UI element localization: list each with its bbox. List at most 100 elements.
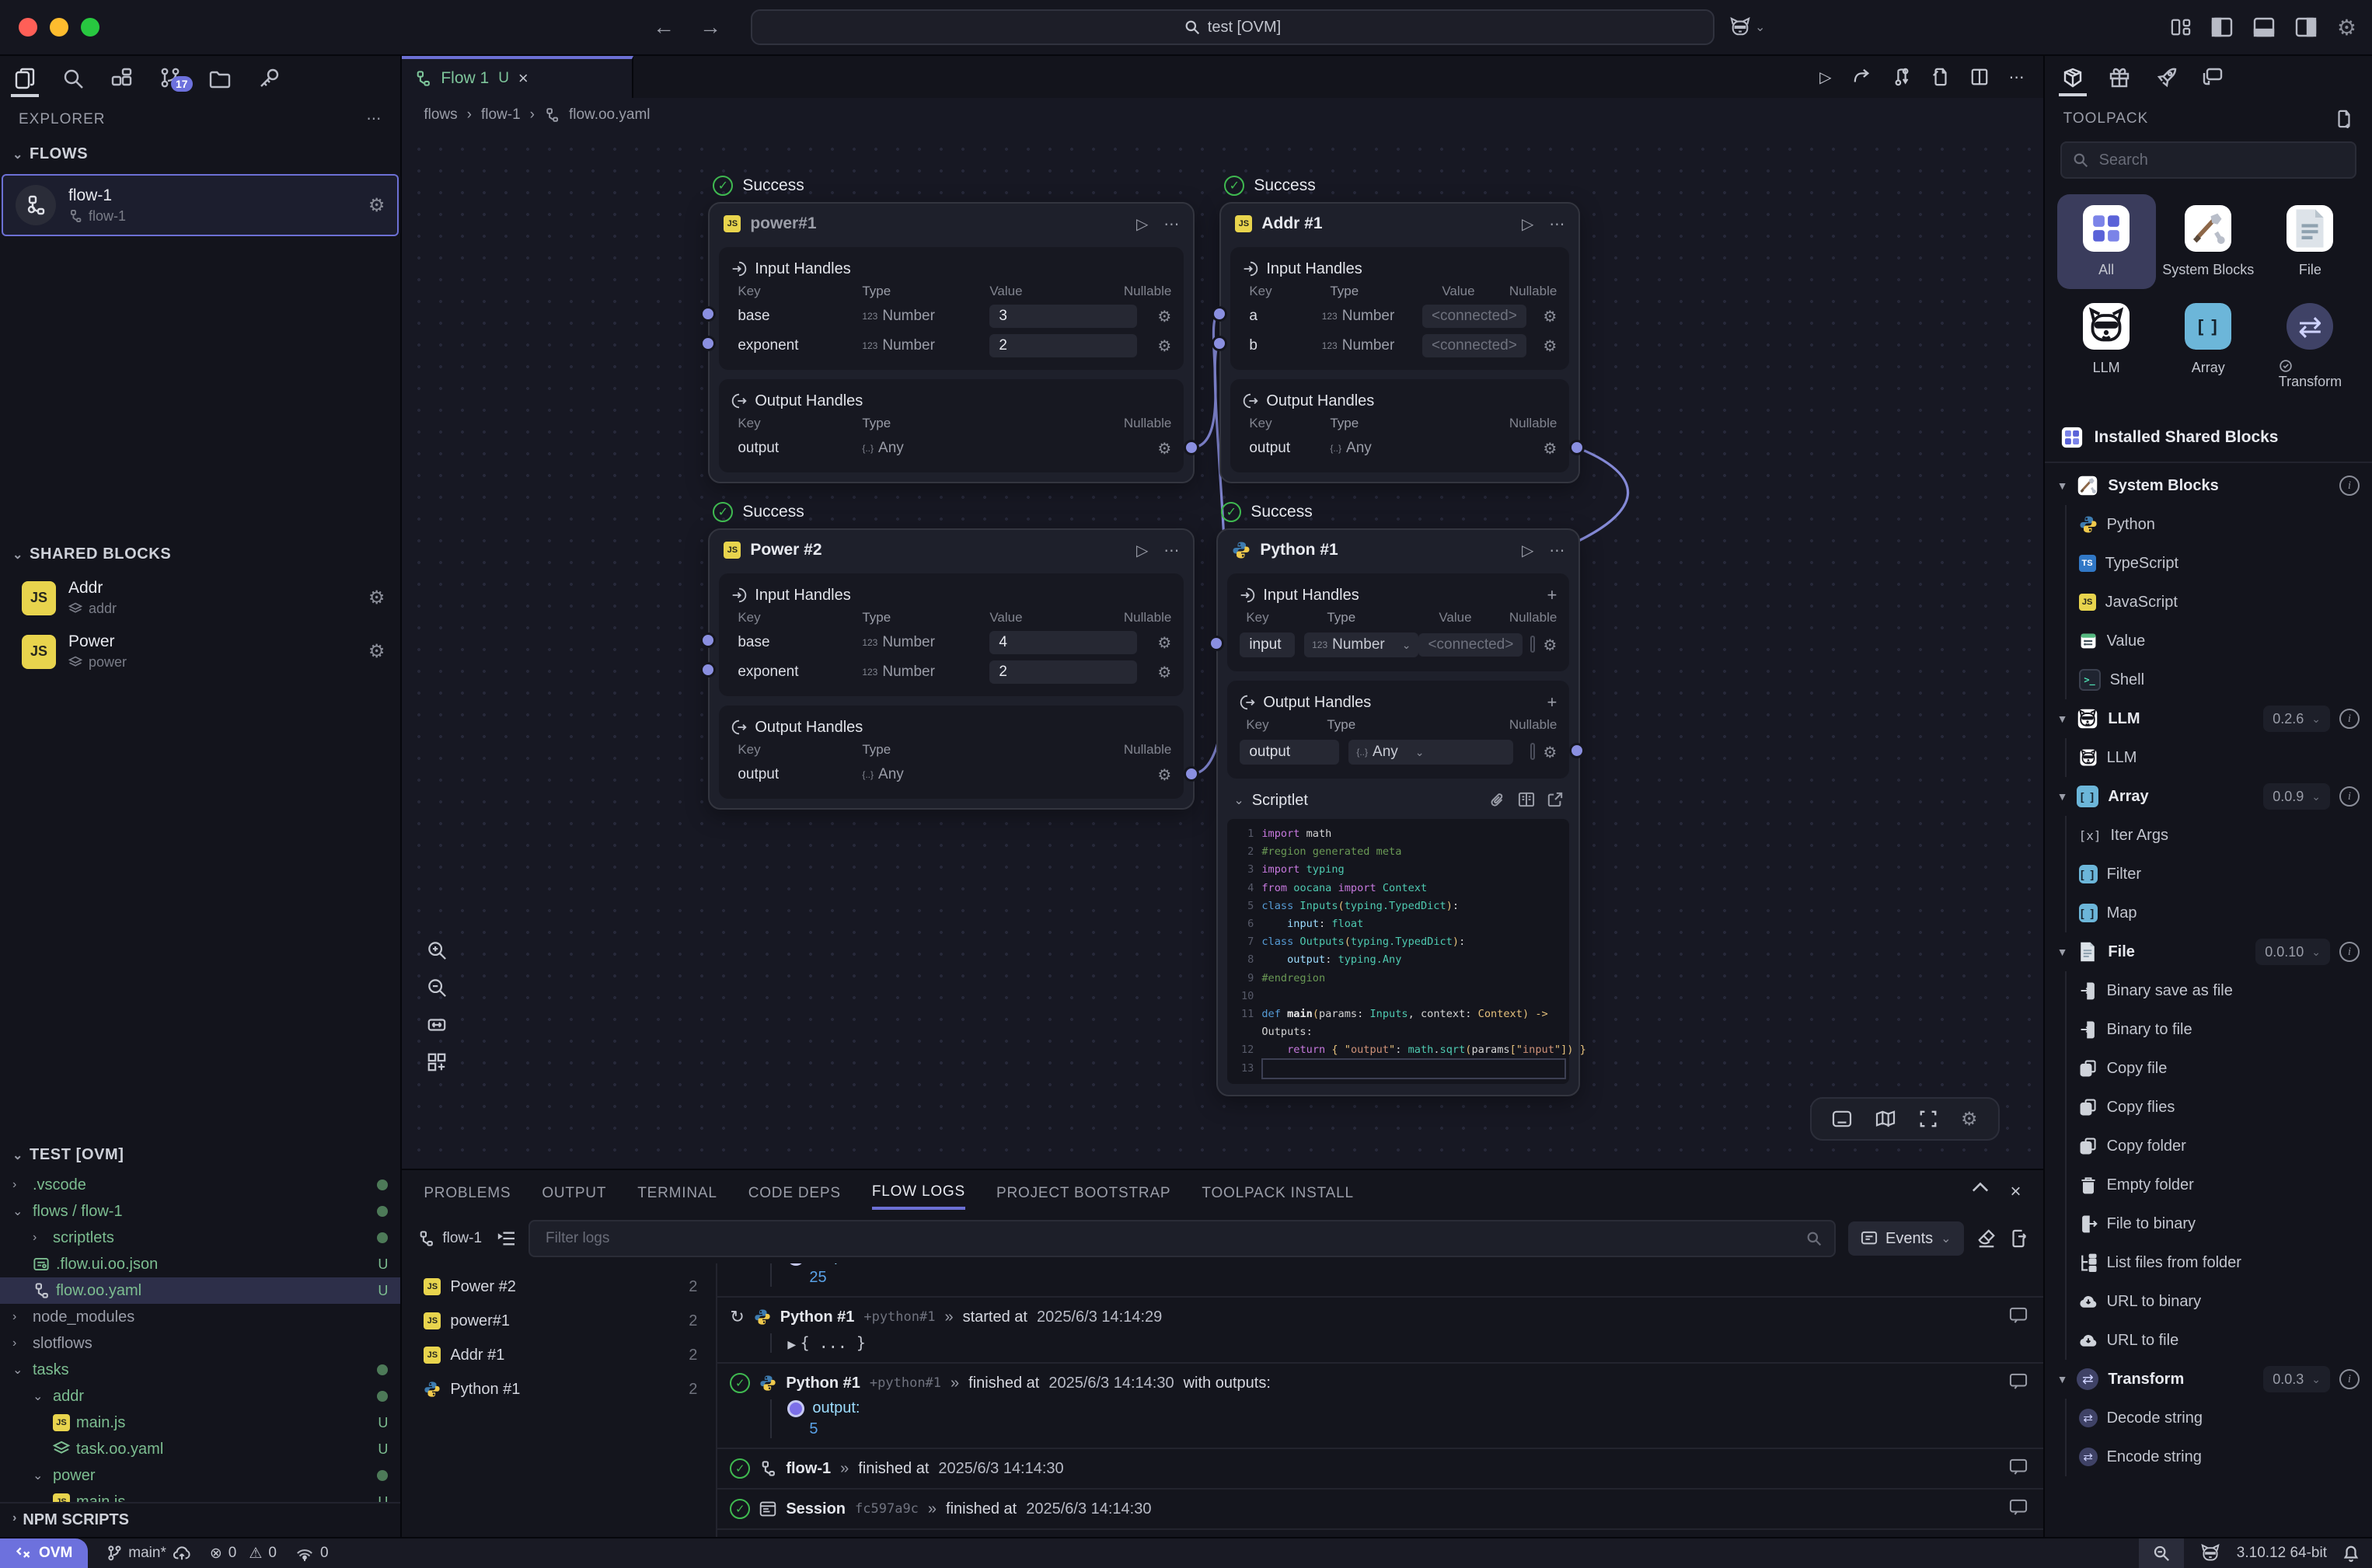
clear-logs-icon[interactable] xyxy=(1976,1228,1997,1249)
canvas-settings-gear-icon[interactable]: ⚙ xyxy=(1961,1108,1978,1131)
tree-row-flow.oo.yaml[interactable]: flow.oo.yamlU xyxy=(0,1277,400,1304)
panel-tab-problems[interactable]: PROBLEMS xyxy=(424,1176,511,1208)
block-group-llm[interactable]: ▼LLM0.2.6⌄i xyxy=(2045,699,2372,738)
category-tile-system-blocks[interactable]: System Blocks xyxy=(2159,194,2258,289)
search-activity-icon[interactable] xyxy=(62,68,84,89)
connection-handle-dot[interactable] xyxy=(700,306,716,322)
forward-icon[interactable]: → xyxy=(699,15,721,40)
flow-canvas[interactable]: ✓SuccessJSpower#1▷⋯Input HandlesKeyTypeV… xyxy=(402,132,2042,1169)
assistant-menu[interactable]: ⌄ xyxy=(1728,17,1765,37)
log-entry[interactable]: ✓Python #1+python#1»finished at2025/6/3 … xyxy=(717,1364,2042,1449)
handle-gear-icon[interactable]: ⚙ xyxy=(1157,663,1171,682)
node-run-icon[interactable]: ▷ xyxy=(1136,541,1148,560)
input-row-exponent[interactable]: exponent123Number2⚙ xyxy=(731,331,1171,361)
tab-flow-1[interactable]: Flow 1 U × xyxy=(402,56,633,98)
npm-scripts-section-header[interactable]: › NPM SCRIPTS xyxy=(0,1502,400,1537)
connection-handle-dot[interactable] xyxy=(1569,440,1585,455)
ports-indicator[interactable]: 0 xyxy=(295,1545,329,1562)
log-entry[interactable]: ✓Sessionfc597a9c»finished at2025/6/3 14:… xyxy=(717,1490,2042,1530)
tree-row-node-modules[interactable]: ›node_modules xyxy=(0,1304,400,1330)
panel-tab-flow-logs[interactable]: FLOW LOGS xyxy=(872,1174,965,1210)
open-external-icon[interactable] xyxy=(1547,792,1563,809)
flow-item-gear-icon[interactable]: ⚙ xyxy=(368,194,385,217)
log-entry[interactable]: ✓flow-1»finished at2025/6/3 14:14:30 xyxy=(717,1449,2042,1490)
tree-row-flows-flow-1[interactable]: ⌄flows / flow-1 xyxy=(0,1198,400,1225)
panel-tab-project-bootstrap[interactable]: PROJECT BOOTSTRAP xyxy=(996,1176,1170,1208)
log-list-icon[interactable] xyxy=(497,1231,516,1246)
block-item-iter-args[interactable]: [x]Iter Args xyxy=(2045,816,2372,855)
settings-gear-icon[interactable]: ⚙ xyxy=(2337,15,2356,40)
add-handle-icon[interactable]: + xyxy=(1547,692,1557,713)
back-icon[interactable]: ← xyxy=(653,15,675,40)
tree-row-tasks[interactable]: ⌄tasks xyxy=(0,1357,400,1383)
handle-value[interactable]: <connected> xyxy=(1422,305,1526,328)
handle-value[interactable]: <connected> xyxy=(1418,633,1523,657)
export-logs-icon[interactable] xyxy=(2009,1228,2028,1249)
feedback-activity-icon[interactable] xyxy=(2202,67,2224,89)
docs-icon[interactable] xyxy=(1518,792,1535,809)
connection-handle-dot[interactable] xyxy=(1209,636,1224,651)
toggle-left-sidebar-icon[interactable] xyxy=(2211,17,2233,37)
events-dropdown[interactable]: Events ⌄ xyxy=(1848,1221,1964,1256)
version-dropdown[interactable]: 0.0.10⌄ xyxy=(2255,939,2330,965)
block-item-filter[interactable]: [ ]Filter xyxy=(2045,855,2372,894)
connection-handle-dot[interactable] xyxy=(1184,440,1199,455)
handle-type-cell[interactable]: 123Number⌄ xyxy=(1304,632,1418,657)
panel-tab-terminal[interactable]: TERMINAL xyxy=(637,1176,717,1208)
corgi-status-icon[interactable] xyxy=(2199,1544,2221,1563)
block-item-list-files-from-folder[interactable]: List files from folder xyxy=(2045,1243,2372,1282)
panel-tab-toolpack-install[interactable]: TOOLPACK INSTALL xyxy=(1202,1176,1353,1208)
flow-node-addr-1[interactable]: ✓SuccessJSAddr #1▷⋯Input HandlesKeyTypeV… xyxy=(1219,202,1580,483)
input-row-a[interactable]: a123Number<connected>⚙ xyxy=(1243,301,1557,331)
nullable-checkbox[interactable] xyxy=(1530,743,1535,760)
block-item-decode-string[interactable]: ⇄Decode string xyxy=(2045,1399,2372,1437)
minimize-window-button[interactable] xyxy=(50,18,68,37)
tree-row-addr[interactable]: ⌄addr xyxy=(0,1383,400,1409)
log-node-power-1[interactable]: JSpower#12 xyxy=(402,1304,716,1338)
handle-type-cell[interactable]: {..}Any⌄ xyxy=(1348,740,1513,765)
output-row-output[interactable]: output{..}Any⌄⚙ xyxy=(1240,735,1557,769)
rerun-icon[interactable] xyxy=(1852,68,1872,86)
export-icon[interactable] xyxy=(1931,67,1950,87)
shared-block-addr[interactable]: JS Addr addr ⚙ xyxy=(0,571,400,625)
comment-icon[interactable] xyxy=(2009,1373,2028,1390)
connection-handle-dot[interactable] xyxy=(1212,336,1227,351)
node-more-icon[interactable]: ⋯ xyxy=(1163,214,1179,234)
handle-gear-icon[interactable]: ⚙ xyxy=(1543,439,1557,458)
input-row-exponent[interactable]: exponent123Number2⚙ xyxy=(731,657,1171,687)
panel-toggle-icon[interactable] xyxy=(1832,1110,1852,1127)
info-icon[interactable]: i xyxy=(2339,709,2360,729)
category-tile-transform[interactable]: ⇄ Transform xyxy=(2261,292,2360,401)
command-center-search[interactable]: test [OVM] xyxy=(751,9,1714,45)
block-item-llm[interactable]: LLM xyxy=(2045,738,2372,777)
shared-blocks-section-header[interactable]: ⌄ SHARED BLOCKS xyxy=(0,538,400,571)
add-handle-icon[interactable]: + xyxy=(1547,585,1557,605)
comment-icon[interactable] xyxy=(2009,1307,2028,1324)
output-row-output[interactable]: output{..}Any⚙ xyxy=(731,434,1171,463)
handle-gear-icon[interactable]: ⚙ xyxy=(1543,336,1557,356)
connection-handle-dot[interactable] xyxy=(1184,766,1199,782)
tree-row-main.js[interactable]: JSmain.jsU xyxy=(0,1489,400,1502)
project-section-header[interactable]: ⌄ TEST [OVM] xyxy=(0,1138,400,1172)
fit-width-icon[interactable] xyxy=(427,1015,447,1035)
node-more-icon[interactable]: ⋯ xyxy=(1163,541,1179,560)
fullscreen-icon[interactable] xyxy=(1919,1110,1938,1128)
convert-icon[interactable] xyxy=(1892,67,1911,87)
block-item-javascript[interactable]: JSJavaScript xyxy=(2045,583,2372,622)
branch-indicator[interactable]: main* xyxy=(106,1545,191,1562)
block-item-map[interactable]: [ ]Map xyxy=(2045,894,2372,932)
more-actions-icon[interactable]: ⋯ xyxy=(2009,68,2025,87)
gift-activity-icon[interactable] xyxy=(2109,67,2130,89)
handle-gear-icon[interactable]: ⚙ xyxy=(1543,307,1557,326)
handle-value[interactable]: 2 xyxy=(989,660,1137,684)
handle-gear-icon[interactable]: ⚙ xyxy=(1543,743,1557,762)
toolpack-activity-icon[interactable] xyxy=(2062,67,2084,89)
connection-handle-dot[interactable] xyxy=(700,662,716,678)
log-entry[interactable]: output:25 xyxy=(717,1263,2042,1298)
block-item-encode-string[interactable]: ⇄Encode string xyxy=(2045,1437,2372,1476)
handle-gear-icon[interactable]: ⚙ xyxy=(1157,439,1171,458)
handle-gear-icon[interactable]: ⚙ xyxy=(1157,765,1171,785)
connection-handle-dot[interactable] xyxy=(1212,306,1227,322)
category-tile-array[interactable]: [ ]Array xyxy=(2159,292,2258,401)
input-row-base[interactable]: base123Number4⚙ xyxy=(731,628,1171,657)
